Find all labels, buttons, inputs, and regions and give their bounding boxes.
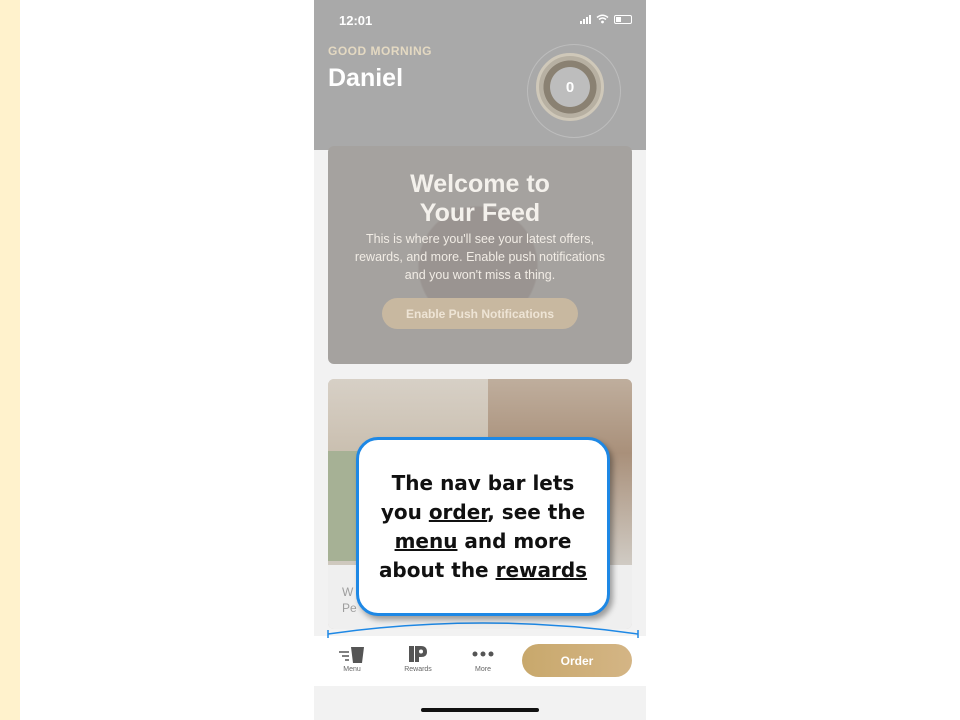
promo-text-line2: Pe: [342, 601, 357, 615]
welcome-title-line1: Welcome to: [410, 170, 550, 198]
callout-line3-suffix: and more: [457, 528, 572, 553]
home-indicator: [421, 708, 539, 712]
greeting: GOOD MORNING: [328, 44, 432, 58]
signal-icon: [580, 14, 591, 24]
nav-menu[interactable]: Menu: [328, 644, 376, 673]
nav-more[interactable]: More: [459, 644, 507, 673]
status-icons: [580, 14, 632, 24]
welcome-card: Welcome to Your Feed This is where you'l…: [328, 146, 632, 364]
callout-line2-prefix: you: [380, 499, 429, 524]
rewards-p-icon: [409, 646, 427, 662]
callout-text: The nav bar lets you order, see the menu…: [379, 469, 587, 585]
wifi-icon: [596, 14, 609, 24]
callout-rewards-term: rewards: [495, 557, 588, 582]
nav-rewards[interactable]: Rewards: [394, 644, 442, 673]
welcome-title-line2: Your Feed: [419, 199, 541, 227]
callout-menu-term: menu: [394, 528, 458, 553]
header: 12:01 GOOD MORNING Daniel 0: [314, 0, 646, 150]
more-dots-icon: [472, 651, 494, 657]
cup-icon: [339, 647, 364, 663]
enable-push-notifications-button[interactable]: Enable Push Notifications: [382, 298, 578, 329]
nav-more-label: More: [475, 666, 491, 673]
callout-line2-suffix: , see the: [487, 499, 586, 524]
status-time: 12:01: [339, 13, 373, 28]
battery-icon: [614, 14, 632, 24]
nav-menu-label: Menu: [343, 666, 361, 673]
callout-line4-prefix: about the: [378, 557, 496, 582]
callout-order-term: order: [428, 499, 488, 524]
callout-line2: you order, see the: [379, 498, 587, 527]
side-strip: [0, 0, 20, 720]
promo-text-line1: W: [342, 585, 354, 599]
nav-bar: Menu Rewards More Order: [314, 636, 646, 686]
welcome-body-line3: and you won't miss a thing.: [404, 268, 556, 282]
user-name: Daniel: [328, 64, 404, 92]
welcome-body-line1: This is where you'll see your latest off…: [366, 232, 594, 246]
welcome-body-line2: rewards, and more. Enable push notificat…: [354, 250, 606, 264]
callout-line1: The nav bar lets: [391, 470, 575, 495]
welcome-title: Welcome to Your Feed: [328, 170, 632, 228]
callout-line4: about the rewards: [379, 556, 587, 585]
welcome-body: This is where you'll see your latest off…: [338, 230, 622, 284]
nav-rewards-label: Rewards: [404, 666, 432, 673]
callout-line3: menu and more: [379, 527, 587, 556]
nav-bar-callout: The nav bar lets you order, see the menu…: [356, 437, 610, 616]
order-button[interactable]: Order: [522, 644, 632, 677]
nav-bar-bracket: [327, 622, 639, 638]
promo-text: W Pe: [342, 584, 357, 616]
rewards-points-ring[interactable]: 0: [527, 44, 621, 138]
points-value: 0: [565, 78, 575, 96]
